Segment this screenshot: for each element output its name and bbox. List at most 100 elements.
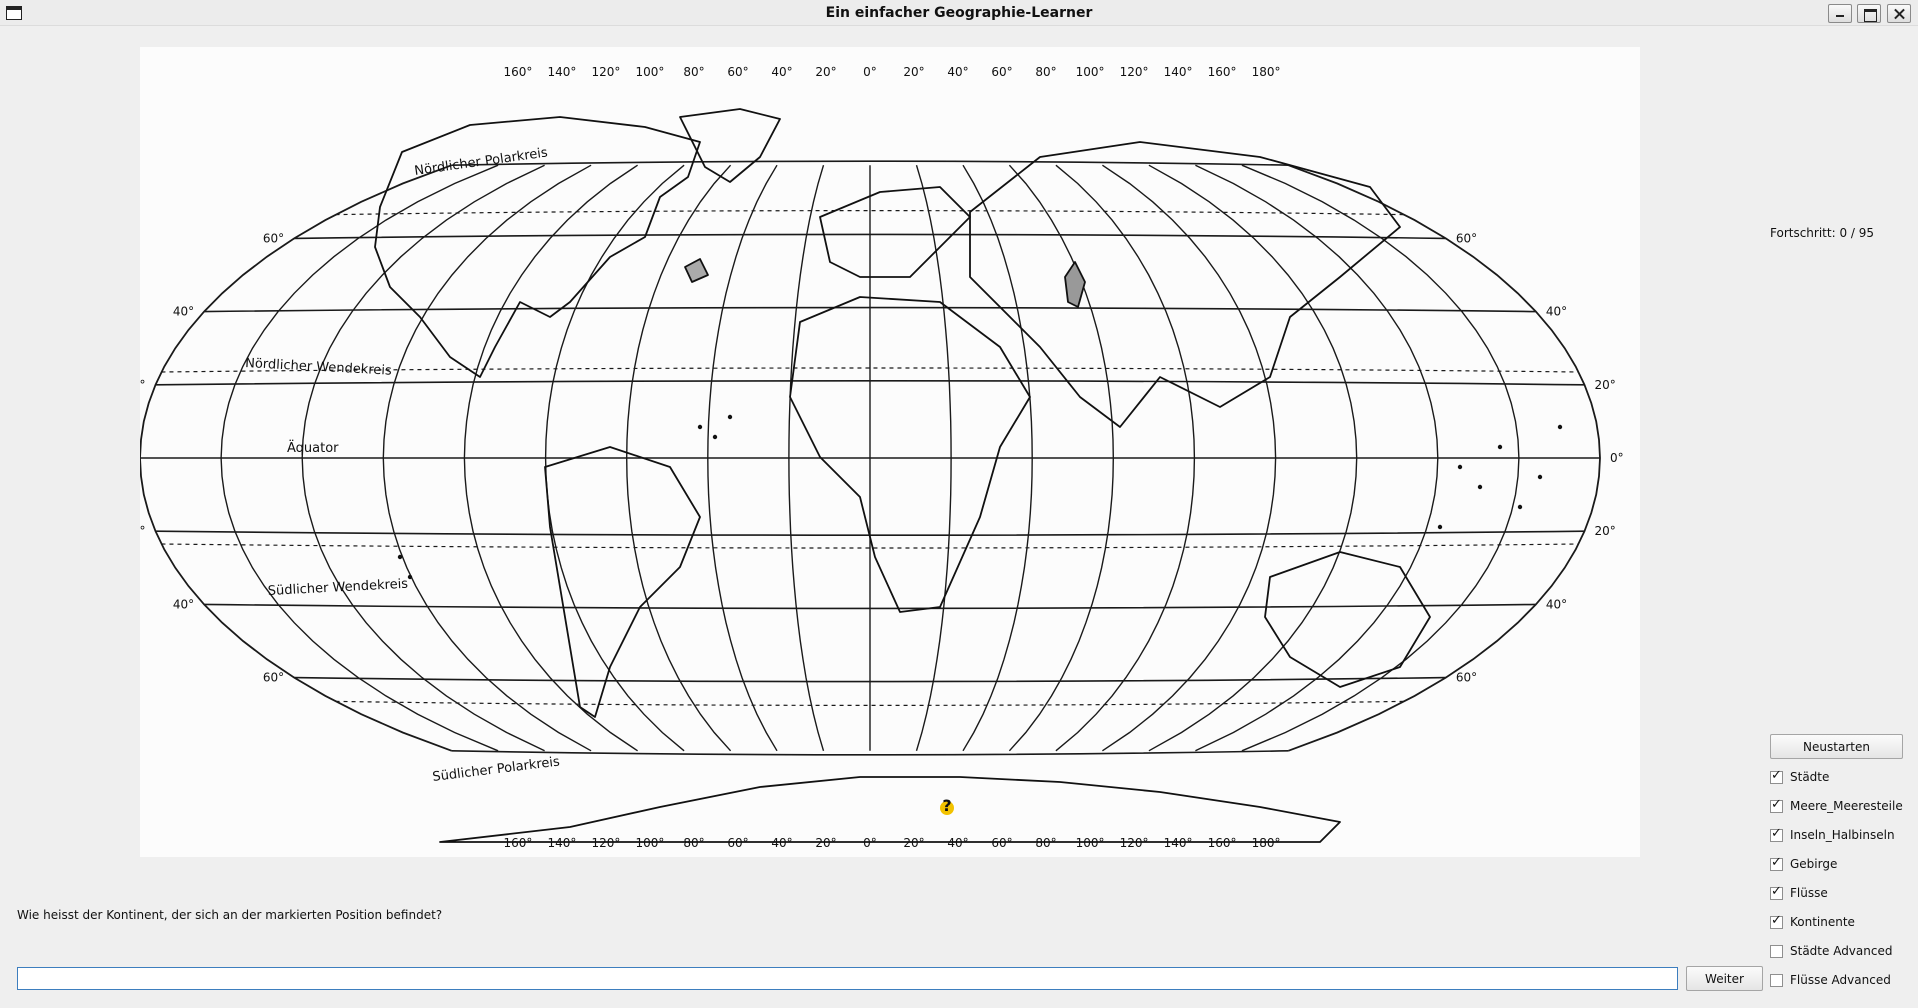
longitude-label: 100° — [635, 836, 664, 850]
antarctic-circle-label: Südlicher Polarkreis — [432, 754, 561, 785]
longitude-label: 120° — [591, 65, 620, 79]
category-checkbox[interactable]: Städte — [1770, 768, 1829, 786]
island-dot — [1477, 484, 1483, 490]
title-bar: Ein einfacher Geographie-Learner — [0, 0, 1918, 26]
arctic-circle-label: Nördlicher Polarkreis — [413, 145, 548, 179]
progress-text: Fortschritt: 0 / 95 — [1770, 226, 1875, 240]
latitude-label: 20° — [1595, 378, 1616, 392]
category-checkbox[interactable]: Flüsse — [1770, 884, 1828, 902]
longitude-label: 80° — [683, 65, 704, 79]
category-label: Kontinente — [1790, 915, 1855, 929]
longitude-label: 120° — [1120, 836, 1149, 850]
latitude-label: 40° — [173, 597, 194, 611]
category-label: Inseln_Halbinseln — [1790, 828, 1895, 842]
checkbox-checked-icon[interactable] — [1770, 826, 1783, 842]
longitude-label: 140° — [1164, 836, 1193, 850]
tropic-of-capricorn-label: Südlicher Wendekreis — [267, 577, 408, 599]
checkbox-checked-icon[interactable] — [1770, 768, 1783, 784]
longitude-label: 180° — [1252, 65, 1281, 79]
latitude-label: 40° — [1546, 305, 1567, 319]
minimize-button[interactable] — [1828, 4, 1852, 23]
island-dot — [1557, 424, 1563, 430]
antarctica-outline — [439, 776, 1341, 843]
latitude-label: 60° — [1456, 231, 1477, 245]
island-dot — [1497, 444, 1503, 450]
category-checkbox[interactable]: Städte Advanced — [1770, 942, 1892, 960]
category-checkbox[interactable]: Meere_Meeresteile — [1770, 797, 1903, 815]
latitude-label: 20° — [140, 524, 145, 538]
island-dot — [1457, 464, 1463, 470]
question-text: Wie heisst der Kontinent, der sich an de… — [17, 908, 443, 922]
category-label: Städte — [1790, 770, 1830, 784]
close-button[interactable] — [1887, 4, 1911, 23]
checkbox-checked-icon[interactable] — [1770, 797, 1783, 813]
longitude-label: 20° — [903, 836, 924, 850]
longitude-label: 40° — [771, 65, 792, 79]
longitude-label: 80° — [1035, 65, 1056, 79]
category-label: Meere_Meeresteile — [1790, 799, 1903, 813]
longitude-label: 140° — [547, 65, 576, 79]
longitude-label: 80° — [1035, 836, 1056, 850]
island-dot — [1517, 504, 1523, 510]
answer-input[interactable] — [17, 967, 1678, 990]
category-label: Flüsse — [1790, 886, 1828, 900]
island-dot — [727, 414, 733, 420]
africa-outline — [789, 296, 1031, 613]
maximize-button[interactable] — [1857, 4, 1881, 23]
maximize-icon — [1858, 5, 1880, 22]
latitude-label: 0° — [1610, 451, 1624, 465]
category-checkbox[interactable]: Inseln_Halbinseln — [1770, 826, 1895, 844]
latitude-label: 60° — [263, 231, 284, 245]
latitude-label: 60° — [263, 671, 284, 685]
longitude-label: 20° — [815, 65, 836, 79]
next-button[interactable]: Weiter — [1686, 966, 1763, 991]
longitude-label: 40° — [771, 836, 792, 850]
checkbox-unchecked-icon[interactable] — [1770, 973, 1783, 987]
world-map: 160° 140° 120° 100° 80° 60° 40° 20° 0° 20° 40° 60° 8… — [140, 47, 1640, 857]
checkbox-checked-icon[interactable] — [1770, 884, 1783, 900]
latitude-label: 40° — [1546, 597, 1567, 611]
longitude-label: 80° — [683, 836, 704, 850]
island-dot — [712, 434, 718, 440]
parallel-line — [451, 750, 1289, 756]
longitude-label: 140° — [547, 836, 576, 850]
latitude-label: 20° — [1595, 524, 1616, 538]
longitude-label: 60° — [727, 836, 748, 850]
longitude-label: 40° — [947, 836, 968, 850]
island-dot — [697, 424, 703, 430]
longitude-label: 160° — [503, 65, 532, 79]
longitude-label: 20° — [903, 65, 924, 79]
longitude-label: 0° — [863, 836, 877, 850]
longitude-label: 120° — [1120, 65, 1149, 79]
position-marker-label: ? — [942, 796, 951, 815]
island-dot — [1537, 474, 1543, 480]
world-map-graphic: 160° 140° 120° 100° 80° 60° 40° 20° 0° 20° 40° 60° 8… — [140, 65, 1624, 850]
longitude-label: 60° — [727, 65, 748, 79]
longitude-label: 60° — [991, 836, 1012, 850]
latitude-label: 40° — [173, 305, 194, 319]
caspian-sea-shape — [1064, 261, 1086, 308]
checkbox-unchecked-icon[interactable] — [1770, 944, 1783, 958]
europe-outline — [819, 186, 971, 278]
category-checkbox[interactable]: Flüsse Advanced — [1770, 971, 1891, 989]
category-checkbox[interactable]: Gebirge — [1770, 855, 1837, 873]
category-label: Städte Advanced — [1790, 944, 1893, 958]
category-checkbox[interactable]: Kontinente — [1770, 913, 1855, 931]
longitude-label: 100° — [1076, 65, 1105, 79]
island-dot — [1437, 524, 1443, 530]
parallel-line — [451, 160, 1289, 166]
checkbox-checked-icon[interactable] — [1770, 855, 1783, 871]
category-label: Flüsse Advanced — [1790, 973, 1891, 987]
checkbox-checked-icon[interactable] — [1770, 913, 1783, 929]
hudson-lake-shape — [684, 258, 709, 283]
longitude-label: 160° — [1208, 65, 1237, 79]
longitude-label: 140° — [1164, 65, 1193, 79]
restart-button[interactable]: Neustarten — [1770, 734, 1903, 759]
island-dot — [407, 574, 413, 580]
asia-outline — [969, 141, 1401, 428]
longitude-label: 100° — [1076, 836, 1105, 850]
longitude-label: 20° — [815, 836, 836, 850]
longitude-label: 180° — [1252, 836, 1281, 850]
window-title: Ein einfacher Geographie-Learner — [825, 5, 1093, 21]
longitude-label: 120° — [591, 836, 620, 850]
